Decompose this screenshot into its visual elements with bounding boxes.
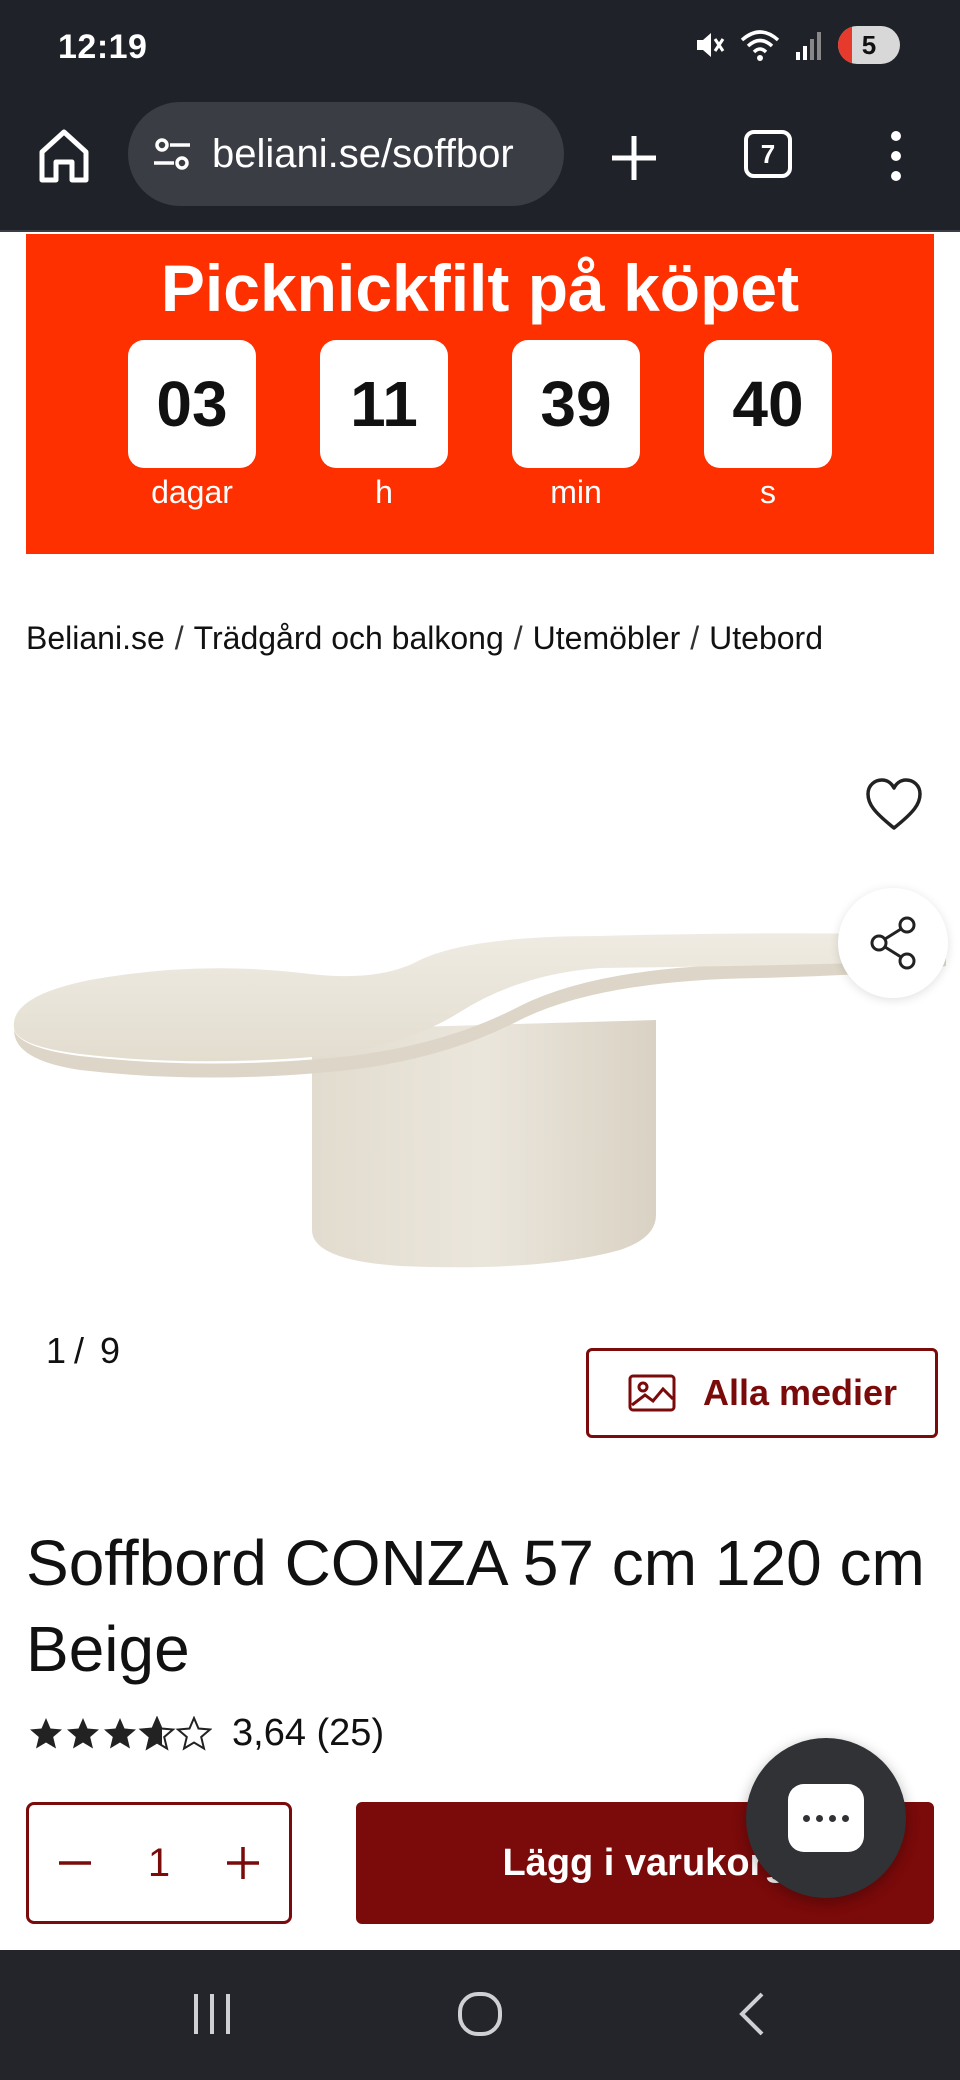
countdown-days: 03 dagar bbox=[128, 340, 256, 511]
home-icon[interactable] bbox=[36, 126, 92, 186]
countdown-value: 40 bbox=[704, 340, 832, 468]
countdown-label: h bbox=[375, 474, 393, 510]
home-nav-icon[interactable] bbox=[456, 1988, 504, 2040]
status-bar: 12:19 5 bbox=[0, 0, 960, 96]
breadcrumb-link[interactable]: Utemöbler bbox=[533, 620, 681, 656]
tab-count: 7 bbox=[760, 138, 776, 169]
countdown-label: dagar bbox=[151, 474, 233, 510]
more-menu-icon[interactable] bbox=[880, 128, 912, 184]
wifi-icon bbox=[740, 30, 780, 61]
heart-icon[interactable] bbox=[864, 776, 924, 832]
breadcrumb-separator: / bbox=[174, 620, 184, 656]
image-counter-total: 9 bbox=[100, 1330, 121, 1371]
site-settings-icon[interactable] bbox=[150, 132, 194, 176]
tab-switcher-icon[interactable]: 7 bbox=[744, 130, 792, 178]
chat-button[interactable] bbox=[746, 1738, 906, 1898]
signal-icon bbox=[796, 32, 821, 60]
quantity-value[interactable]: 1 bbox=[148, 1841, 170, 1886]
countdown-label: s bbox=[760, 474, 776, 510]
rating-text[interactable]: 3,64 (25) bbox=[232, 1712, 384, 1755]
star-rating-icon bbox=[30, 1716, 211, 1749]
breadcrumb-link[interactable]: Utebord bbox=[709, 620, 823, 656]
url-text[interactable]: beliani.se/soffbor bbox=[212, 132, 514, 177]
minus-icon bbox=[59, 1861, 91, 1865]
product-image[interactable] bbox=[0, 760, 960, 1320]
all-media-button[interactable]: Alla medier bbox=[586, 1348, 938, 1438]
quantity-stepper: 1 bbox=[26, 1802, 292, 1924]
countdown-minutes: 39 min bbox=[512, 340, 640, 511]
address-bar[interactable]: beliani.se/soffbor bbox=[128, 102, 564, 206]
share-icon bbox=[870, 916, 916, 970]
status-time: 12:19 bbox=[58, 28, 148, 66]
recent-apps-icon[interactable] bbox=[188, 1988, 236, 2040]
decrease-quantity-button[interactable] bbox=[55, 1843, 95, 1883]
breadcrumb-link[interactable]: Trädgård och balkong bbox=[194, 620, 504, 656]
countdown-seconds: 40 s bbox=[704, 340, 832, 511]
countdown-value: 03 bbox=[128, 340, 256, 468]
chat-icon bbox=[788, 1784, 864, 1852]
countdown-value: 11 bbox=[320, 340, 448, 468]
browser-toolbar: beliani.se/soffbor 7 bbox=[0, 96, 960, 232]
promo-title: Picknickfilt på köpet bbox=[160, 251, 800, 325]
countdown-timer: 03 dagar 11 h 39 min 40 s bbox=[128, 340, 832, 511]
add-to-cart-label: Lägg i varukorg bbox=[502, 1841, 788, 1884]
product-rating[interactable]: 3,64 (25) bbox=[28, 1712, 384, 1755]
product-title: Soffbord CONZA 57 cm 120 cm Beige bbox=[26, 1527, 925, 1685]
plus-icon bbox=[227, 1847, 259, 1879]
share-button[interactable] bbox=[838, 888, 948, 998]
new-tab-icon[interactable] bbox=[608, 132, 660, 184]
countdown-hours: 11 h bbox=[320, 340, 448, 511]
image-icon bbox=[628, 1374, 676, 1412]
image-counter-separator: / bbox=[74, 1330, 85, 1371]
mute-icon bbox=[697, 33, 725, 57]
breadcrumb-separator: / bbox=[513, 620, 523, 656]
image-counter-current: 1 bbox=[46, 1330, 67, 1371]
countdown-value: 39 bbox=[512, 340, 640, 468]
increase-quantity-button[interactable] bbox=[223, 1843, 263, 1883]
image-counter: 1/ 9 bbox=[46, 1330, 120, 1372]
all-media-label: Alla medier bbox=[702, 1372, 898, 1413]
breadcrumb-separator: / bbox=[690, 620, 700, 656]
countdown-label: min bbox=[550, 474, 602, 510]
system-nav-bar bbox=[0, 1950, 960, 2080]
notification-badge: 5 bbox=[838, 26, 900, 64]
promo-banner[interactable]: Picknickfilt på köpet 03 dagar 11 h 39 m… bbox=[26, 234, 934, 554]
breadcrumb-link[interactable]: Beliani.se bbox=[26, 620, 165, 656]
status-icons: 5 bbox=[692, 26, 900, 64]
back-icon[interactable] bbox=[732, 1988, 772, 2040]
breadcrumb: Beliani.se / Trädgård och balkong / Utemöble… bbox=[26, 620, 823, 657]
